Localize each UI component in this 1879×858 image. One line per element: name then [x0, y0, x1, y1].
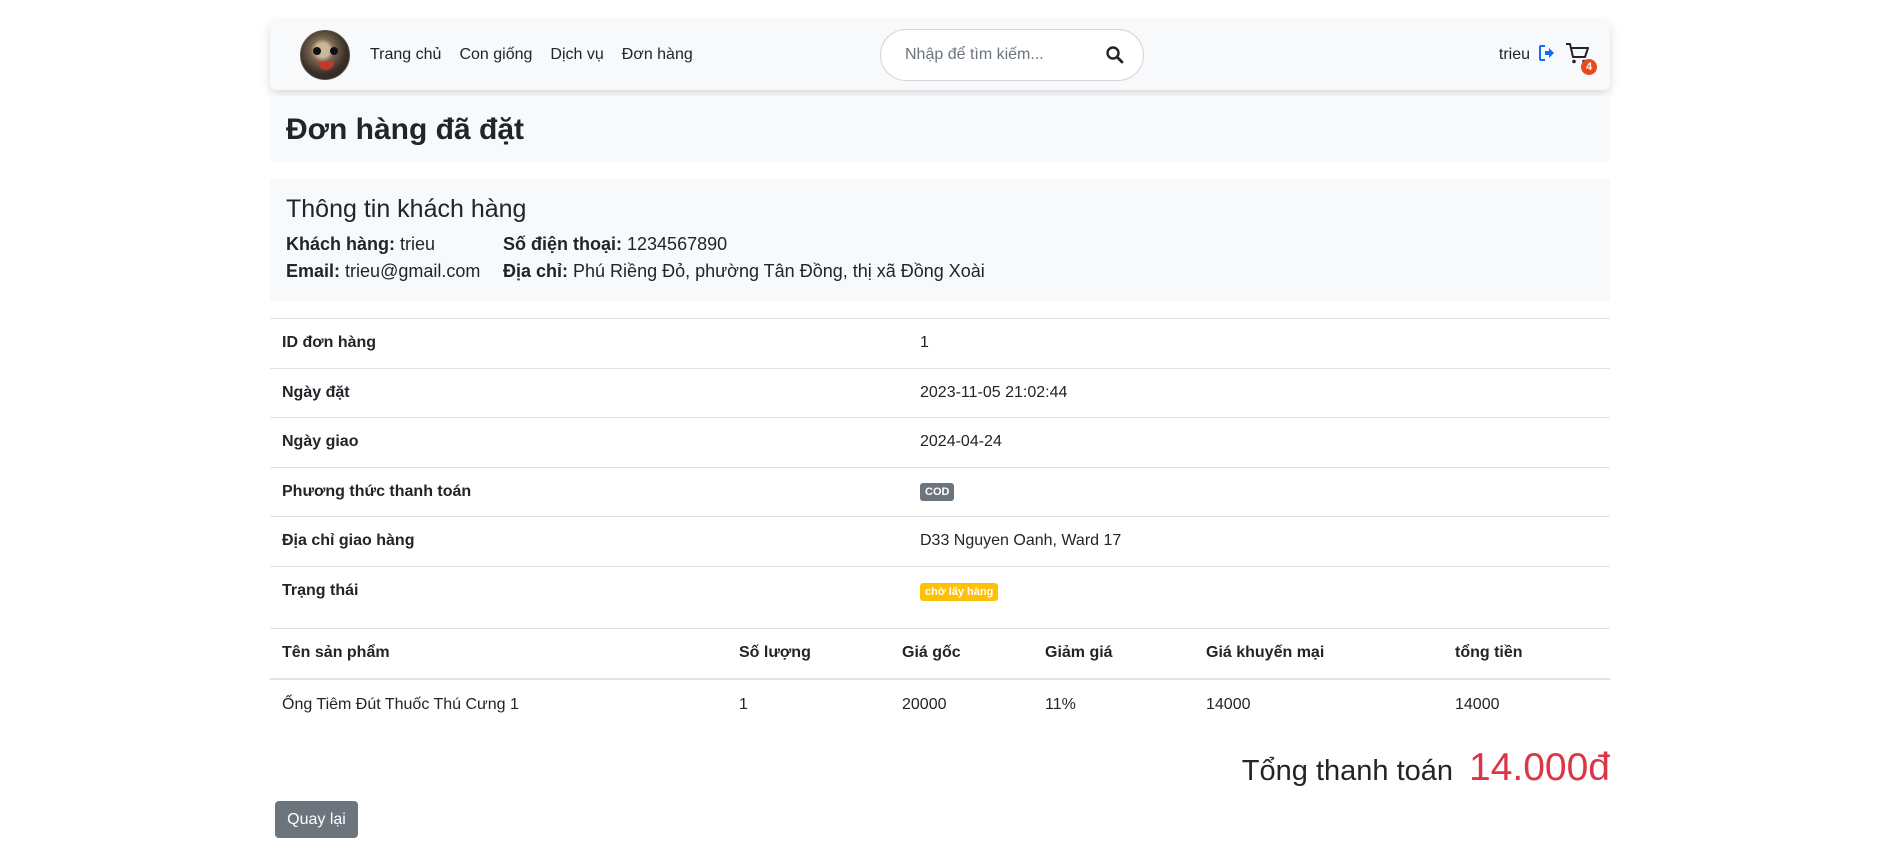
col-header-total: tổng tiền [1443, 628, 1610, 680]
total-value: 14.000đ [1469, 746, 1610, 789]
customer-email-value: trieu@gmail.com [345, 261, 481, 281]
shipping-address-label: Địa chỉ giao hàng [270, 516, 920, 566]
customer-info: Thông tin khách hàng Khách hàng: trieu S… [270, 179, 1610, 301]
customer-name-label: Khách hàng: [286, 234, 396, 254]
table-row: Trạng thái chờ lấy hàng [270, 565, 1610, 616]
col-header-original-price: Giá gốc [890, 628, 1033, 680]
user-area: trieu 4 [1499, 20, 1597, 90]
customer-phone: Số điện thoại: 1234567890 [503, 234, 727, 255]
search-box [880, 29, 1144, 81]
logout-icon[interactable] [1538, 44, 1556, 67]
product-sale-price: 14000 [1206, 695, 1251, 713]
product-original-price: 20000 [902, 695, 947, 713]
order-id-value: 1 [920, 318, 1610, 368]
table-header-row: Tên sản phẩm Số lượng Giá gốc Giảm giá G… [270, 628, 1610, 680]
table-row: ID đơn hàng 1 [270, 318, 1610, 368]
status-badge: chờ lấy hàng [920, 582, 999, 601]
order-total: Tổng thanh toán 14.000đ [1242, 746, 1610, 790]
products-table: Tên sản phẩm Số lượng Giá gốc Giảm giá G… [270, 628, 1610, 730]
delivery-date-label: Ngày giao [270, 417, 920, 467]
order-detail-table: ID đơn hàng 1 Ngày đặt 2023-11-05 21:02:… [270, 318, 1610, 616]
cart-icon[interactable]: 4 [1564, 40, 1597, 75]
col-header-discount: Giảm giá [1033, 628, 1194, 680]
navbar: Trang chủ Con giống Dịch vụ Đơn hàng tri… [270, 20, 1610, 90]
nav-link-orders[interactable]: Đơn hàng [622, 46, 693, 64]
username[interactable]: trieu [1499, 46, 1530, 64]
order-date-value: 2023-11-05 21:02:44 [920, 367, 1610, 418]
product-name: Ống Tiêm Đút Thuốc Thú Cưng 1 [282, 695, 519, 713]
table-row: Địa chỉ giao hàng D33 Nguyen Oanh, Ward … [270, 516, 1610, 566]
customer-address-label: Địa chỉ: [503, 261, 569, 281]
payment-method-label: Phương thức thanh toán [270, 466, 920, 517]
col-header-product-name: Tên sản phẩm [270, 628, 727, 680]
page-title: Đơn hàng đã đặt [286, 113, 524, 146]
back-button[interactable]: Quay lại [275, 801, 358, 838]
customer-address-value: Phú Riềng Đỏ, phường Tân Đồng, thị xã Đồ… [573, 261, 985, 281]
customer-email: Email: trieu@gmail.com [286, 261, 480, 282]
page-title-block: Đơn hàng đã đặt [270, 96, 1610, 162]
customer-phone-label: Số điện thoại: [503, 234, 622, 254]
product-quantity: 1 [739, 695, 748, 713]
table-row: Phương thức thanh toán COD [270, 466, 1610, 517]
order-date-label: Ngày đặt [270, 367, 920, 418]
product-total: 14000 [1455, 695, 1500, 713]
logo[interactable] [300, 30, 350, 80]
customer-name: Khách hàng: trieu [286, 234, 435, 255]
nav-links: Trang chủ Con giống Dịch vụ Đơn hàng [370, 20, 693, 90]
customer-heading: Thông tin khách hàng [286, 195, 527, 223]
table-row: Ống Tiêm Đút Thuốc Thú Cưng 1 1 20000 11… [270, 679, 1610, 730]
customer-phone-value: 1234567890 [627, 234, 728, 254]
search-input[interactable] [905, 30, 1095, 80]
total-label: Tổng thanh toán [1241, 755, 1454, 787]
customer-address: Địa chỉ: Phú Riềng Đỏ, phường Tân Đồng, … [503, 261, 985, 282]
table-row: Ngày giao 2024-04-24 [270, 417, 1610, 467]
nav-link-breeds[interactable]: Con giống [459, 46, 532, 64]
search-icon[interactable] [1105, 45, 1125, 65]
nav-link-services[interactable]: Dịch vụ [550, 46, 603, 64]
payment-method-badge: COD [920, 483, 955, 502]
shipping-address-value: D33 Nguyen Oanh, Ward 17 [920, 516, 1610, 566]
delivery-date-value: 2024-04-24 [920, 417, 1610, 467]
status-label: Trạng thái [270, 565, 920, 616]
table-row: Ngày đặt 2023-11-05 21:02:44 [270, 367, 1610, 418]
col-header-quantity: Số lượng [727, 628, 890, 680]
customer-name-value: trieu [400, 234, 436, 254]
col-header-sale-price: Giá khuyến mại [1194, 628, 1443, 680]
product-discount: 11% [1045, 695, 1076, 713]
customer-email-label: Email: [286, 261, 341, 281]
cart-count-badge: 4 [1581, 58, 1597, 75]
nav-link-home[interactable]: Trang chủ [370, 46, 441, 64]
order-id-label: ID đơn hàng [270, 318, 920, 368]
